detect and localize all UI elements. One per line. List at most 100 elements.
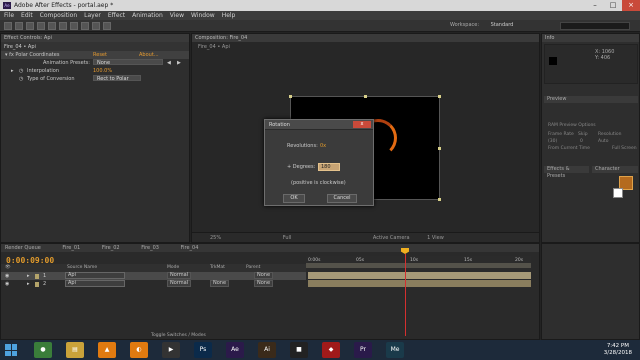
layer-mode-dropdown[interactable]: Normal	[167, 272, 192, 279]
layer-parent-dropdown[interactable]: None	[254, 280, 274, 287]
type-tool-icon[interactable]	[92, 22, 100, 30]
skip-value[interactable]: 0	[580, 139, 583, 144]
tab-effects-presets[interactable]: Effects & Presets	[544, 166, 589, 179]
presets-next-icon[interactable]: ▶	[177, 59, 181, 67]
revolutions-value[interactable]: 0x	[320, 143, 326, 149]
transform-handle[interactable]	[438, 147, 441, 150]
col-mode[interactable]: Mode	[167, 264, 179, 272]
tab-fire-01[interactable]: Fire_01	[62, 245, 80, 251]
views-dropdown[interactable]: 1 View	[427, 235, 444, 241]
brush-tool-icon[interactable]	[103, 22, 111, 30]
framerate-value[interactable]: (30)	[548, 139, 557, 144]
menu-window[interactable]: Window	[191, 12, 215, 19]
tab-fire-02[interactable]: Fire_02	[102, 245, 120, 251]
selection-tool-icon[interactable]	[4, 22, 12, 30]
tab-info[interactable]: Info	[542, 34, 639, 42]
maximize-button[interactable]: □	[604, 0, 622, 11]
transform-handle[interactable]	[364, 95, 367, 98]
terminal-icon[interactable]: ■	[290, 342, 308, 358]
cancel-button[interactable]: Cancel	[327, 194, 357, 203]
layer-expand-icon[interactable]: ▸	[27, 272, 30, 280]
layer-row[interactable]: ◉ ▸ 2 Api Normal None None	[1, 280, 306, 288]
presets-prev-icon[interactable]: ◀	[167, 59, 171, 67]
rotate-tool-icon[interactable]	[37, 22, 45, 30]
minimize-button[interactable]: –	[586, 0, 604, 11]
menu-help[interactable]: Help	[222, 12, 236, 19]
transform-handle[interactable]	[438, 95, 441, 98]
menu-animation[interactable]: Animation	[132, 12, 163, 19]
about-link[interactable]: About...	[139, 51, 159, 59]
camera-tool-icon[interactable]	[48, 22, 56, 30]
quality-dropdown[interactable]: Full	[283, 235, 292, 241]
layer-name[interactable]: Api	[65, 272, 125, 279]
windows-start-icon[interactable]	[2, 341, 20, 359]
layer-duration-bar[interactable]	[308, 272, 531, 279]
explorer-icon[interactable]: ▤	[66, 342, 84, 358]
mask-tool-icon[interactable]	[70, 22, 78, 30]
toggle-switches-modes[interactable]: Toggle Switches / Modes	[151, 333, 206, 338]
me-icon[interactable]: Me	[386, 342, 404, 358]
layer-name[interactable]: Api	[65, 280, 125, 287]
workspace-value[interactable]: Standard	[491, 22, 514, 28]
effect-header-row[interactable]: ▾ fx Polar Coordinates Reset About...	[1, 51, 189, 59]
ai-icon[interactable]: Ai	[258, 342, 276, 358]
ae-icon[interactable]: Ae	[226, 342, 244, 358]
layer-mode-dropdown[interactable]: Normal	[167, 280, 192, 287]
transform-handle[interactable]	[438, 198, 441, 201]
dialog-close-button[interactable]: x	[353, 121, 371, 128]
pr-icon[interactable]: Pr	[354, 342, 372, 358]
current-time-line[interactable]	[405, 254, 406, 336]
tab-fire-03[interactable]: Fire_03	[141, 245, 159, 251]
pan-tool-icon[interactable]	[59, 22, 67, 30]
tab-render-queue[interactable]: Render Queue	[5, 245, 41, 251]
transform-handle[interactable]	[289, 95, 292, 98]
tab-preview[interactable]: Preview	[544, 96, 638, 103]
reset-link[interactable]: Reset	[93, 51, 107, 59]
col-parent[interactable]: Parent	[246, 264, 260, 272]
hand-tool-icon[interactable]	[15, 22, 23, 30]
layer-expand-icon[interactable]: ▸	[27, 280, 30, 288]
layer-row[interactable]: ◉ ▸ 1 Api Normal None	[1, 272, 306, 280]
ok-button[interactable]: OK	[283, 194, 305, 203]
stopwatch-icon[interactable]: ◷	[19, 75, 23, 83]
app-icon[interactable]: ◆	[322, 342, 340, 358]
degrees-input[interactable]	[318, 163, 340, 171]
menu-file[interactable]: File	[4, 12, 14, 19]
vlc-icon[interactable]: ▲	[98, 342, 116, 358]
stopwatch-icon[interactable]: ◷	[19, 67, 23, 75]
layer-label-color[interactable]	[35, 281, 39, 287]
tab-composition[interactable]: Composition: Fire_04	[192, 34, 539, 42]
pen-tool-icon[interactable]	[81, 22, 89, 30]
layer-label-color[interactable]	[35, 273, 39, 279]
comp-breadcrumb[interactable]: Fire_04 • Api	[192, 42, 539, 52]
search-help-input[interactable]	[560, 22, 630, 30]
interpolation-value[interactable]: 100.0%	[93, 67, 112, 75]
system-clock[interactable]: 7:42 PM 3/28/2018	[604, 343, 632, 357]
tab-fire-04[interactable]: Fire_04	[181, 245, 199, 251]
media-icon[interactable]: ▶	[162, 342, 180, 358]
full-screen-checkbox[interactable]: Full Screen	[612, 146, 637, 151]
from-current-time-checkbox[interactable]: From Current Time	[548, 146, 590, 151]
menu-effect[interactable]: Effect	[108, 12, 125, 19]
ps-icon[interactable]: Ps	[194, 342, 212, 358]
close-button[interactable]: ×	[622, 0, 640, 11]
workspace-selector[interactable]: Workspace: Standard	[450, 22, 513, 28]
menu-composition[interactable]: Composition	[40, 12, 77, 19]
col-trkmat[interactable]: TrkMat	[210, 264, 225, 272]
conversion-dropdown[interactable]: Rect to Polar	[93, 75, 141, 82]
work-area-bar[interactable]	[306, 263, 531, 268]
camera-dropdown[interactable]: Active Camera	[373, 235, 410, 241]
presets-dropdown[interactable]: None	[93, 59, 163, 66]
menu-view[interactable]: View	[170, 12, 184, 19]
stroke-color-swatch[interactable]	[613, 188, 623, 198]
menu-edit[interactable]: Edit	[21, 12, 33, 19]
expand-icon[interactable]: ▸	[11, 67, 14, 75]
fx-toggle-icon[interactable]: ▾ fx	[5, 52, 15, 58]
zoom-dropdown[interactable]: 25%	[210, 235, 221, 241]
tab-character[interactable]: Character	[592, 166, 638, 173]
layer-trkmat-dropdown[interactable]: None	[210, 280, 230, 287]
resolution-value[interactable]: Auto	[598, 139, 608, 144]
layer-parent-dropdown[interactable]: None	[254, 272, 274, 279]
zoom-tool-icon[interactable]	[26, 22, 34, 30]
menu-layer[interactable]: Layer	[84, 12, 101, 19]
